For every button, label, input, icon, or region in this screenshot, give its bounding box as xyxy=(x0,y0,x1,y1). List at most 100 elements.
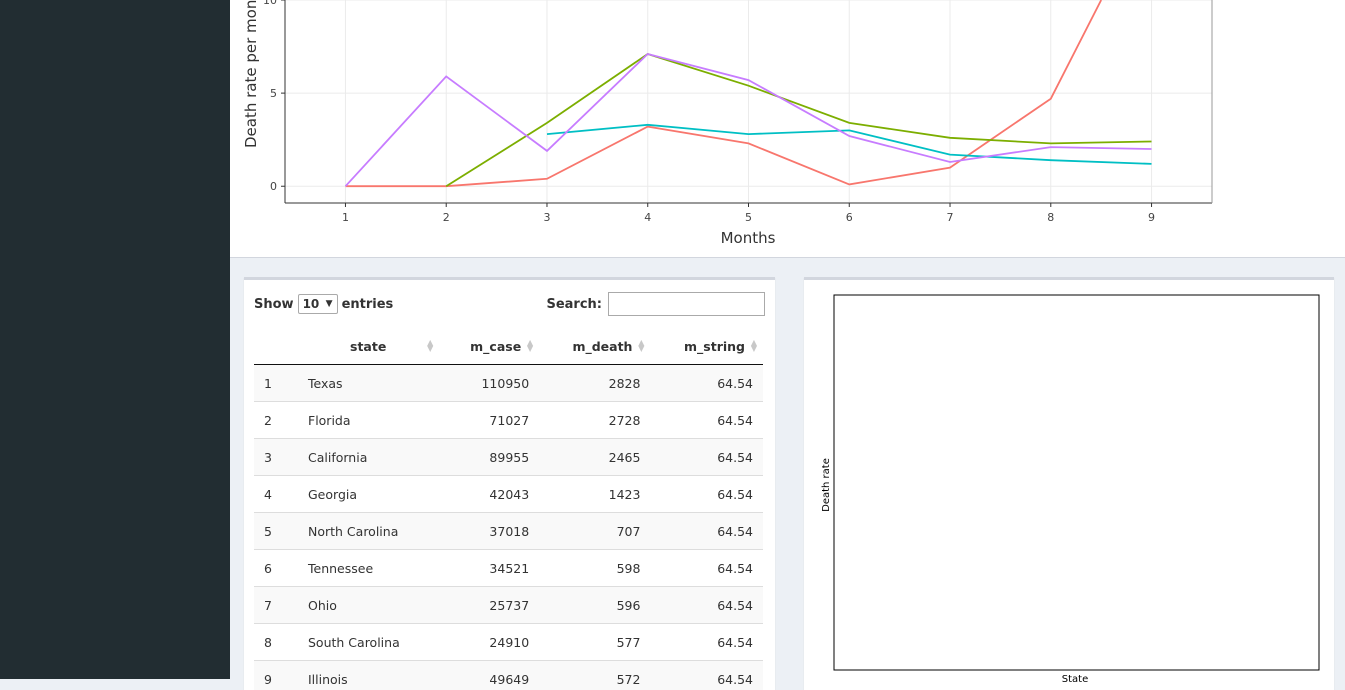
column-header-m-death[interactable]: m_death ▲▼ xyxy=(539,328,650,365)
show-label: Show xyxy=(254,297,294,312)
cell-m-death: 2728 xyxy=(539,402,650,439)
column-header-index xyxy=(254,328,298,365)
y-tick-label: 5 xyxy=(270,87,277,100)
length-control: Show 10 ▼ entries xyxy=(254,294,393,314)
y-axis-label: Death rate per mon xyxy=(242,0,260,148)
cell-state: South Carolina xyxy=(298,624,439,661)
states-table: state▲▼ m_case▲▼ m_death▲▼ m_string▲▼ 1T… xyxy=(254,328,763,690)
table-row[interactable]: 1Texas110950282864.54 xyxy=(254,365,763,402)
cell-index: 2 xyxy=(254,402,298,439)
x-tick-label: 7 xyxy=(947,211,954,224)
column-header-label: state xyxy=(350,339,386,354)
cell-m-string: 64.54 xyxy=(650,476,763,513)
cell-m-string: 64.54 xyxy=(650,513,763,550)
cell-m-string: 64.54 xyxy=(650,550,763,587)
cell-m-death: 2465 xyxy=(539,439,650,476)
cell-state: Illinois xyxy=(298,661,439,690)
y-tick-label: 10 xyxy=(263,0,277,7)
cell-index: 6 xyxy=(254,550,298,587)
sort-icon: ▲▼ xyxy=(751,340,757,352)
cell-m-case: 49649 xyxy=(439,661,539,690)
sidebar xyxy=(0,0,230,679)
cell-m-case: 25737 xyxy=(439,587,539,624)
sort-icon: ▲▼ xyxy=(527,340,533,352)
cell-m-case: 37018 xyxy=(439,513,539,550)
column-header-label: m_string xyxy=(684,339,745,354)
death-rate-line-chart: 123456789 0510 Months Death rate per mon xyxy=(230,0,1345,257)
page-length-value: 10 xyxy=(303,297,320,311)
cell-m-string: 64.54 xyxy=(650,587,763,624)
cell-m-death: 1423 xyxy=(539,476,650,513)
table-row[interactable]: 2Florida71027272864.54 xyxy=(254,402,763,439)
cell-m-case: 110950 xyxy=(439,365,539,402)
x-tick-label: 6 xyxy=(846,211,853,224)
table-row[interactable]: 5North Carolina3701870764.54 xyxy=(254,513,763,550)
y-tick-labels: 0510 xyxy=(263,0,285,193)
x-axis-label: State xyxy=(1062,674,1088,685)
cell-m-death: 577 xyxy=(539,624,650,661)
table-row[interactable]: 9Illinois4964957264.54 xyxy=(254,661,763,690)
column-header-m-string[interactable]: m_string ▲▼ xyxy=(650,328,763,365)
search-input[interactable] xyxy=(608,292,765,316)
cell-index: 1 xyxy=(254,365,298,402)
cell-index: 8 xyxy=(254,624,298,661)
dropdown-arrow-icon: ▼ xyxy=(326,299,333,309)
table-header-row: state ▲▼ m_case ▲▼ m_death ▲▼ m_string ▲▼ xyxy=(254,328,763,365)
x-axis-label: Months xyxy=(721,229,776,247)
cell-index: 7 xyxy=(254,587,298,624)
cell-state: Texas xyxy=(298,365,439,402)
cell-m-string: 64.54 xyxy=(650,439,763,476)
cell-state: Florida xyxy=(298,402,439,439)
cell-m-death: 598 xyxy=(539,550,650,587)
column-header-state[interactable]: state ▲▼ xyxy=(298,328,439,365)
cell-index: 4 xyxy=(254,476,298,513)
state-plot-box: Death rate State xyxy=(804,277,1334,690)
cell-m-death: 707 xyxy=(539,513,650,550)
cell-m-death: 572 xyxy=(539,661,650,690)
search-label: Search: xyxy=(546,297,602,312)
cell-m-string: 64.54 xyxy=(650,365,763,402)
line-chart-panel: 123456789 0510 Months Death rate per mon xyxy=(230,0,1345,258)
death-rate-by-state-plot: Death rate State xyxy=(804,280,1334,690)
cell-m-death: 2828 xyxy=(539,365,650,402)
cell-m-string: 64.54 xyxy=(650,661,763,690)
x-tick-label: 4 xyxy=(644,211,651,224)
table-row[interactable]: 8South Carolina2491057764.54 xyxy=(254,624,763,661)
cell-m-string: 64.54 xyxy=(650,402,763,439)
cell-index: 9 xyxy=(254,661,298,690)
cell-state: Tennessee xyxy=(298,550,439,587)
x-tick-label: 1 xyxy=(342,211,349,224)
main-content: 123456789 0510 Months Death rate per mon… xyxy=(230,0,1345,679)
x-tick-labels: 123456789 xyxy=(342,203,1155,224)
datatable-box: Show 10 ▼ entries Search: state ▲▼ m_case… xyxy=(244,277,775,690)
cell-m-case: 24910 xyxy=(439,624,539,661)
datatable-controls: Show 10 ▼ entries Search: xyxy=(254,292,765,320)
search-control: Search: xyxy=(546,292,765,316)
column-header-label: m_case xyxy=(470,339,521,354)
cell-m-case: 89955 xyxy=(439,439,539,476)
cell-m-case: 42043 xyxy=(439,476,539,513)
page-length-select[interactable]: 10 ▼ xyxy=(298,294,338,314)
cell-index: 5 xyxy=(254,513,298,550)
cell-m-string: 64.54 xyxy=(650,624,763,661)
column-header-m-case[interactable]: m_case ▲▼ xyxy=(439,328,539,365)
plot-frame xyxy=(834,295,1319,670)
x-tick-label: 9 xyxy=(1148,211,1155,224)
cell-m-case: 34521 xyxy=(439,550,539,587)
sort-icon: ▲▼ xyxy=(638,340,644,352)
x-tick-label: 3 xyxy=(543,211,550,224)
table-row[interactable]: 4Georgia42043142364.54 xyxy=(254,476,763,513)
y-axis-label: Death rate xyxy=(821,458,832,512)
entries-label: entries xyxy=(342,297,394,312)
cell-state: Ohio xyxy=(298,587,439,624)
sort-icon: ▲▼ xyxy=(427,340,433,352)
table-row[interactable]: 6Tennessee3452159864.54 xyxy=(254,550,763,587)
table-row[interactable]: 3California89955246564.54 xyxy=(254,439,763,476)
table-row[interactable]: 7Ohio2573759664.54 xyxy=(254,587,763,624)
cell-m-death: 596 xyxy=(539,587,650,624)
column-header-label: m_death xyxy=(572,339,632,354)
x-tick-label: 5 xyxy=(745,211,752,224)
cell-state: North Carolina xyxy=(298,513,439,550)
cell-index: 3 xyxy=(254,439,298,476)
cell-m-case: 71027 xyxy=(439,402,539,439)
